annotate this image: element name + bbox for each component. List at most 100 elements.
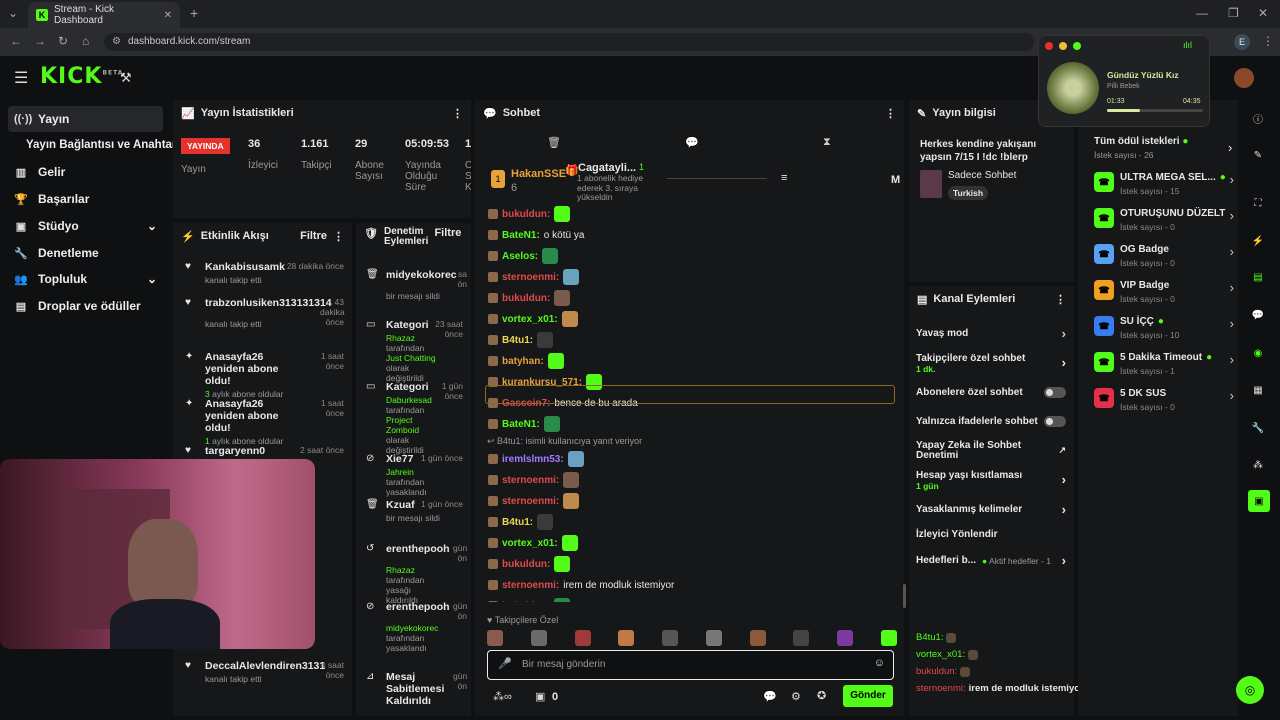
action-subscribers-only[interactable]: Abonelere özel sohbet	[916, 387, 1066, 398]
chat-username[interactable]: sternoenmi:	[502, 272, 559, 283]
action-banned-words[interactable]: Yasaklanmış kelimeler ›	[916, 502, 1066, 517]
window-close-dot[interactable]	[1045, 42, 1053, 50]
close-tab-icon[interactable]: ✕	[164, 10, 172, 21]
support-icon[interactable]: ◎	[1236, 676, 1264, 704]
emote-icon[interactable]	[749, 630, 766, 646]
moderation-filter-button[interactable]: Filtre	[434, 227, 461, 239]
chat-message[interactable]: batyhan:	[488, 353, 564, 369]
emote-icon[interactable]	[880, 630, 897, 646]
chat-message[interactable]: bukuldun:	[488, 290, 571, 306]
action-slow-mode[interactable]: Yavaş mod ›	[916, 326, 1066, 341]
emote-icon[interactable]	[618, 630, 635, 646]
back-icon[interactable]: ←	[10, 34, 22, 48]
layout-icon[interactable]: ▦	[1248, 380, 1268, 400]
community-icon[interactable]: ⁂∞	[493, 690, 512, 703]
site-info-icon[interactable]: ⚙	[112, 33, 121, 51]
chat-username[interactable]: bukuldun:	[502, 293, 550, 304]
reward-item[interactable]: ☎ OTURUŞUNU DÜZELT İstek sayısı - 0 ›	[1094, 206, 1234, 236]
chat-username[interactable]: sternoenmi:	[502, 475, 559, 486]
window-minimize-dot[interactable]	[1059, 42, 1067, 50]
chat-username[interactable]: vortex_x01:	[502, 314, 558, 325]
send-button[interactable]: Gönder	[843, 685, 893, 707]
expand-icon[interactable]: ≡	[781, 172, 787, 184]
emote-picker-icon[interactable]: ✪	[817, 689, 826, 702]
sidebar-item-gelir[interactable]: ▥ Gelir	[8, 159, 163, 185]
sidebar-item-studyo[interactable]: ▣ Stüdyo ⌄	[8, 213, 163, 239]
action-raid[interactable]: İzleyici Yönlendir	[916, 529, 1066, 540]
chat-message[interactable]: Aselos:	[488, 248, 559, 264]
emote-icon[interactable]	[793, 630, 810, 646]
home-icon[interactable]: ⌂	[82, 34, 89, 48]
subscribers-only-toggle[interactable]	[1044, 387, 1066, 398]
clipboard-icon[interactable]: ▤	[1248, 267, 1268, 287]
pen-icon[interactable]: ✎	[1248, 145, 1268, 165]
sidebar-item-droplar[interactable]: ▤ Droplar ve ödüller	[8, 293, 163, 319]
reward-item[interactable]: ☎ OG Badge İstek sayısı - 0 ›	[1094, 242, 1234, 272]
settings-icon[interactable]: ⚙	[791, 690, 801, 703]
sidebar-item-topluluk[interactable]: 👥 Topluluk ⌄	[8, 266, 163, 292]
browser-tab[interactable]: K Stream - Kick Dashboard ✕	[28, 2, 180, 28]
maximize-icon[interactable]: ❐	[1228, 6, 1239, 20]
more-options-icon[interactable]: ⋮	[467, 227, 471, 240]
chat-username[interactable]: vortex_x01:	[502, 538, 558, 549]
chat-message[interactable]: bukuldun:	[488, 556, 571, 572]
sidebar-item-yayin[interactable]: ((·)) Yayın	[8, 106, 163, 132]
hamburger-menu-icon[interactable]: ☰	[14, 68, 28, 88]
address-bar[interactable]: ⚙ dashboard.kick.com/stream	[104, 33, 1034, 51]
tab-list-icon[interactable]: ⌄	[8, 6, 18, 20]
sidebar-item-basarilar[interactable]: 🏆 Başarılar	[8, 186, 163, 212]
activity-filter-button[interactable]: Filtre	[300, 230, 327, 242]
chat-message[interactable]: vortex_x01:	[488, 311, 578, 327]
minimize-icon[interactable]: —	[1196, 6, 1208, 20]
emote-icon[interactable]	[705, 630, 722, 646]
chat-message[interactable]: BateN1: o kötü ya	[488, 227, 584, 243]
chat-username[interactable]: bukuldun:	[502, 601, 550, 603]
chat-username[interactable]: B4tu1:	[502, 335, 533, 346]
clear-chat-icon[interactable]: 🗑	[547, 136, 561, 149]
chat-username[interactable]: sternoenmi:	[502, 580, 559, 591]
hourglass-icon[interactable]: ⧗	[823, 136, 831, 149]
more-options-icon[interactable]: ⋮	[452, 107, 463, 120]
reload-icon[interactable]: ↻	[58, 34, 68, 48]
chat-message[interactable]: B4tu1:	[488, 514, 554, 530]
emote-icon[interactable]	[574, 630, 591, 646]
chat-message[interactable]: BateN1:	[488, 416, 560, 432]
crop-icon[interactable]: ⛶	[1248, 193, 1268, 213]
kick-logo[interactable]: KICKBETA	[40, 64, 123, 89]
emote-icon[interactable]	[837, 630, 854, 646]
profile-avatar[interactable]: E	[1234, 34, 1250, 50]
new-tab-icon[interactable]: +	[190, 5, 198, 21]
sidebar-item-denetleme[interactable]: 🔧 Denetleme	[8, 240, 163, 266]
community-icon[interactable]: ⁂	[1248, 455, 1268, 475]
rewards-all-title[interactable]: Tüm ödül istekleri ●	[1094, 136, 1188, 147]
close-window-icon[interactable]: ✕	[1258, 6, 1268, 20]
emotes-only-toggle[interactable]	[1044, 416, 1066, 427]
action-goals[interactable]: Hedefleri b... ● Aktif hedefler - 1 ›	[916, 553, 1066, 568]
more-options-icon[interactable]: ⋮	[1055, 293, 1066, 306]
chat-message[interactable]: vortex_x01:	[488, 535, 578, 551]
chat-username[interactable]: Aselos:	[502, 251, 538, 262]
chat-scrollbar[interactable]	[903, 584, 906, 608]
chat-input[interactable]: 🎤 Bir mesaj gönderin ☺	[487, 650, 894, 680]
reward-item[interactable]: ☎ 5 DK SUS İstek sayısı - 0 ›	[1094, 386, 1234, 416]
chat-message[interactable]: bukuldun:	[488, 206, 571, 222]
sidebar-item-stream-key[interactable]: Yayın Bağlantısı ve Anahtarı	[20, 132, 180, 158]
chat-bubble-icon[interactable]: 💬	[763, 690, 777, 703]
tools-icon[interactable]: ⚒	[120, 70, 132, 86]
user-avatar[interactable]	[1234, 68, 1254, 88]
microphone-icon[interactable]: 🎤	[498, 657, 512, 670]
window-maximize-dot[interactable]	[1073, 42, 1081, 50]
chat-icon[interactable]: 💬	[1248, 305, 1268, 325]
music-progress-track[interactable]	[1107, 109, 1203, 112]
chat-message[interactable]: bukuldun:	[488, 598, 571, 603]
more-options-icon[interactable]: ⋮	[333, 230, 344, 243]
action-followers-only[interactable]: Takipçilere özel sohbet 1 dk. ›	[916, 353, 1066, 374]
chat-username[interactable]: B4tu1:	[502, 517, 533, 528]
emote-icon[interactable]	[662, 630, 679, 646]
emoji-icon[interactable]: ☺	[874, 657, 885, 669]
emote-icon[interactable]	[530, 630, 547, 646]
chevron-right-icon[interactable]: ›	[1228, 140, 1232, 155]
broadcast-icon[interactable]: ◉	[1248, 343, 1268, 363]
info-icon[interactable]: ⓘ	[1248, 108, 1268, 128]
action-ai-moderation[interactable]: Yapay Zeka ile Sohbet Denetimi ↗	[916, 441, 1066, 461]
